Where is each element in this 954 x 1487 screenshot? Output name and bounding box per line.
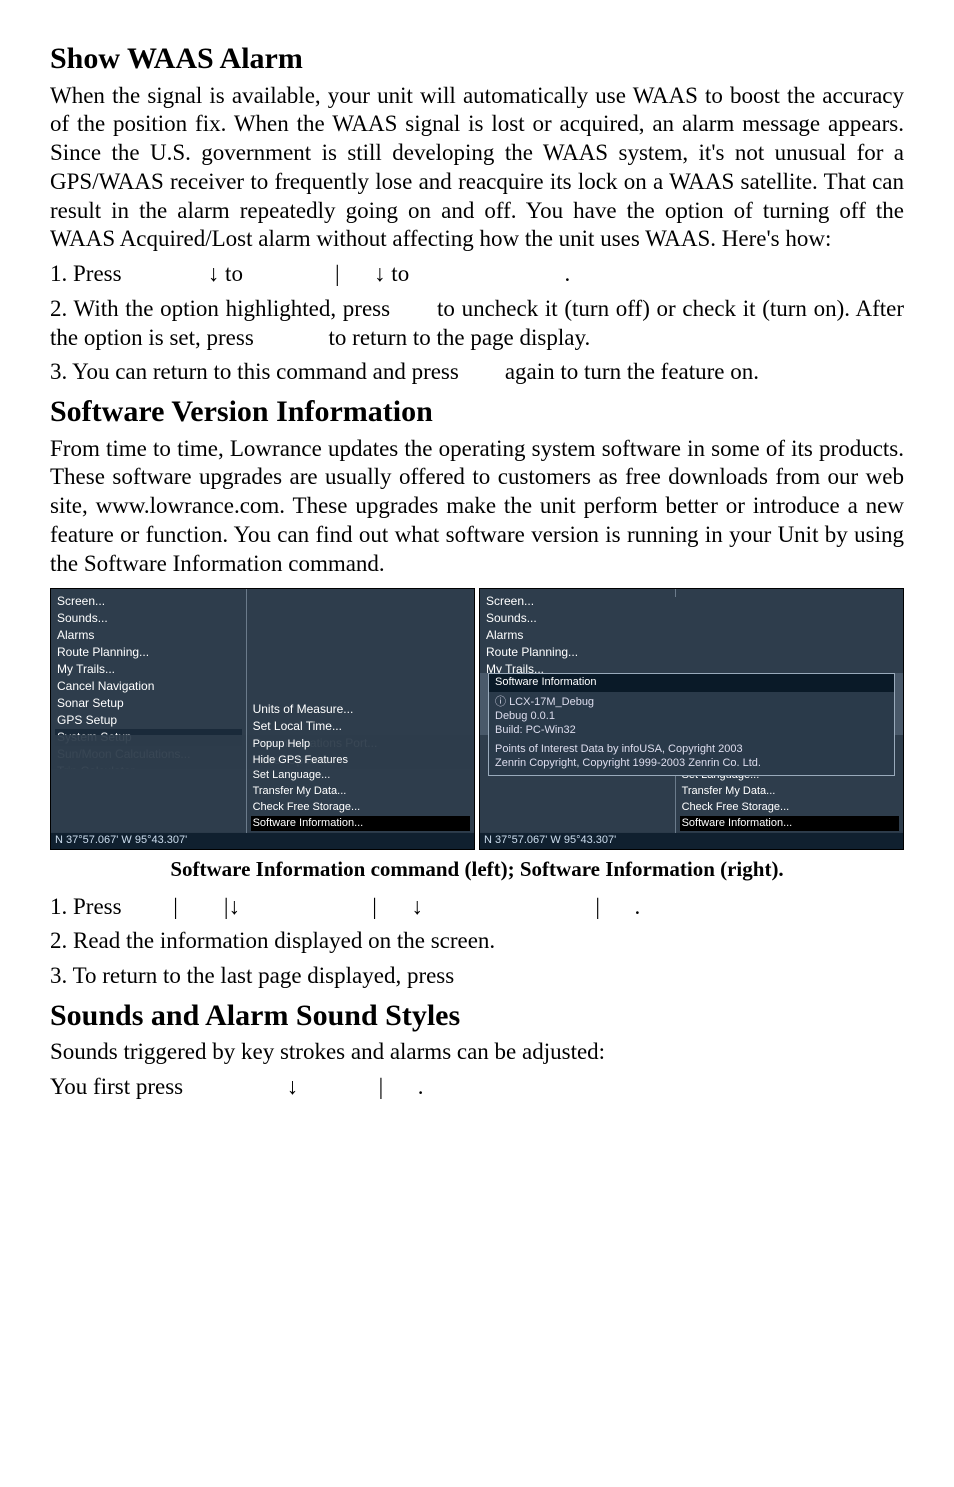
menu-lower: Popup Help Hide GPS Features Set Languag… bbox=[51, 735, 474, 834]
figure-caption: Software Information command (left); Sof… bbox=[50, 856, 904, 882]
software-info-popup: Software Information ⓘ LCX-17M_Debug Deb… bbox=[488, 673, 895, 776]
menu-item[interactable]: Alarms bbox=[484, 627, 671, 644]
sw-step1: 1. Press | |↓ | ↓ | . bbox=[50, 893, 904, 922]
waas-step1: 1. Press ↓ to | ↓ to . bbox=[50, 260, 904, 289]
sounds-step1: You first press ↓ | . bbox=[50, 1073, 904, 1102]
menu-item[interactable]: Sounds... bbox=[484, 610, 671, 627]
menu-item[interactable]: Alarms bbox=[55, 627, 242, 644]
menu-item[interactable]: Route Planning... bbox=[55, 644, 242, 661]
menu-lower-col1 bbox=[51, 735, 246, 739]
popup-line: Build: PC-Win32 bbox=[495, 724, 888, 738]
menu-item[interactable]: Set Language... bbox=[251, 768, 470, 784]
menu-col2-r bbox=[675, 589, 903, 597]
popup-title: Software Information bbox=[489, 674, 894, 692]
waas-step3: 3. You can return to this command and pr… bbox=[50, 358, 904, 387]
menu-item[interactable]: Sounds... bbox=[55, 610, 242, 627]
para-sw-intro: From time to time, Lowrance updates the … bbox=[50, 435, 904, 579]
sw-step2: 2. Read the information displayed on the… bbox=[50, 927, 904, 956]
menu-item[interactable]: Route Planning... bbox=[484, 644, 671, 661]
menu-item[interactable]: GPS Setup bbox=[55, 712, 242, 729]
menu-item[interactable]: Screen... bbox=[484, 593, 671, 610]
menu-item[interactable]: My Trails... bbox=[484, 661, 671, 673]
menu-item[interactable]: Popup Help bbox=[251, 737, 470, 753]
heading-sw: Software Version Information bbox=[50, 393, 904, 431]
menu-item[interactable]: Sonar Setup bbox=[55, 695, 242, 712]
popup-line: ⓘ LCX-17M_Debug bbox=[495, 696, 888, 710]
menu-item[interactable]: Check Free Storage... bbox=[680, 800, 899, 816]
map-snippet bbox=[251, 593, 470, 701]
sw-step3: 3. To return to the last page displayed,… bbox=[50, 962, 904, 991]
status-bar: N 37°57.067' W 95°43.307' bbox=[51, 832, 474, 850]
popup-line: Zenrin Copyright, Copyright 1999-2003 Ze… bbox=[495, 757, 888, 771]
waas-step2: 2. With the option highlighted, press to… bbox=[50, 295, 904, 353]
heading-sounds: Sounds and Alarm Sound Styles bbox=[50, 997, 904, 1035]
popup-line: Points of Interest Data by infoUSA, Copy… bbox=[495, 743, 888, 757]
menu-item-highlight[interactable]: Software Information... bbox=[251, 816, 470, 832]
popup-line: Debug 0.0.1 bbox=[495, 710, 888, 724]
menu-item[interactable]: Check Free Storage... bbox=[251, 800, 470, 816]
menu-col1-r: Screen... Sounds... Alarms Route Plannin… bbox=[480, 589, 675, 673]
para-waas-intro: When the signal is available, your unit … bbox=[50, 82, 904, 255]
menu-item[interactable]: Transfer My Data... bbox=[251, 784, 470, 800]
menu-upper-r: Screen... Sounds... Alarms Route Plannin… bbox=[480, 589, 903, 673]
menu-item-highlight[interactable]: Software Information... bbox=[680, 816, 899, 832]
menu-item[interactable]: Set Local Time... bbox=[251, 718, 470, 735]
menu-item[interactable]: Transfer My Data... bbox=[680, 784, 899, 800]
menu-item[interactable]: Units of Measure... bbox=[251, 701, 470, 718]
status-bar-r: N 37°57.067' W 95°43.307' bbox=[480, 832, 903, 850]
menu-item[interactable]: Hide GPS Features bbox=[251, 753, 470, 769]
menu-item[interactable]: Cancel Navigation bbox=[55, 678, 242, 695]
figure-software-info: Screen... Sounds... Alarms Route Plannin… bbox=[50, 588, 904, 850]
para-sounds-intro: Sounds triggered by key strokes and alar… bbox=[50, 1038, 904, 1067]
menu-item[interactable]: My Trails... bbox=[55, 661, 242, 678]
screenshot-left: Screen... Sounds... Alarms Route Plannin… bbox=[50, 588, 475, 850]
menu-item[interactable]: Screen... bbox=[55, 593, 242, 610]
menu-lower-col2: Popup Help Hide GPS Features Set Languag… bbox=[246, 735, 474, 834]
screenshot-right: Screen... Sounds... Alarms Route Plannin… bbox=[479, 588, 904, 850]
heading-waas: Show WAAS Alarm bbox=[50, 40, 904, 78]
